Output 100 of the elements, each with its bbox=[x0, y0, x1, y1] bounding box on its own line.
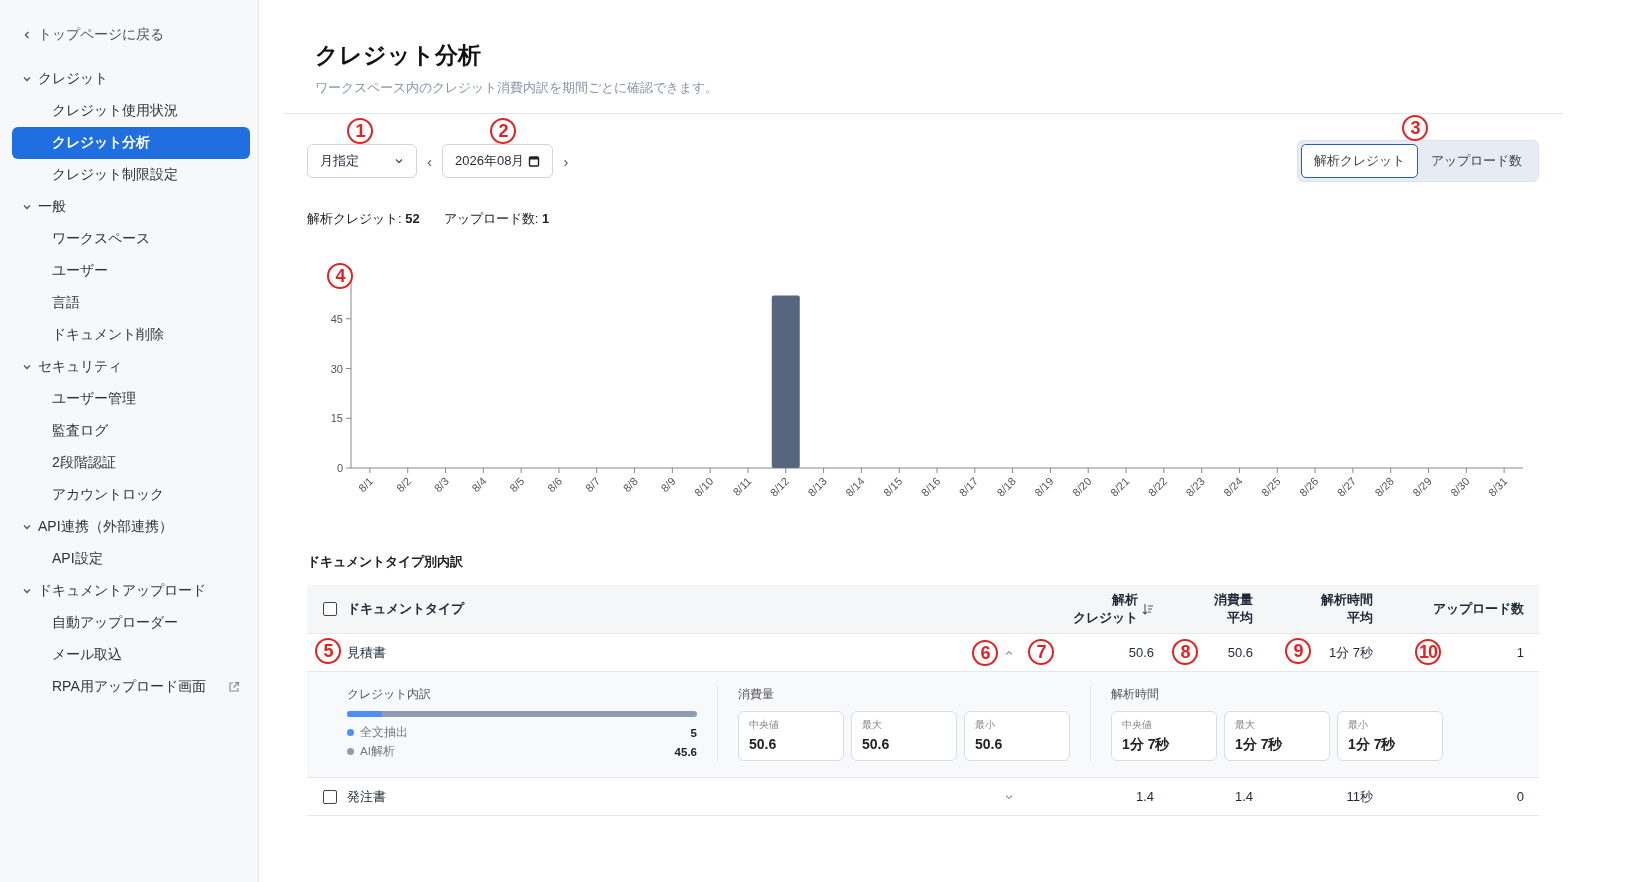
sidebar-item[interactable]: クレジット使用状況 bbox=[12, 95, 250, 127]
y-tick bbox=[345, 467, 352, 469]
x-tick-label: 8/8 bbox=[620, 474, 640, 495]
sidebar-item[interactable]: アカウントロック bbox=[12, 479, 250, 511]
table-cell: 1 bbox=[1516, 645, 1524, 660]
month-field[interactable]: 2026年08月 bbox=[442, 144, 554, 178]
y-tick bbox=[345, 368, 352, 369]
page-subtitle: ワークスペース内のクレジット消費内訳を期間ごとに確認できます。 bbox=[315, 79, 719, 97]
back-link[interactable]: トップページに戻る bbox=[12, 22, 250, 48]
checkbox[interactable] bbox=[323, 602, 337, 616]
chevron-down-icon bbox=[22, 522, 32, 532]
callout-number: 10 bbox=[1415, 639, 1441, 665]
sidebar-group[interactable]: API連携（外部連携） bbox=[12, 511, 250, 543]
calendar-icon bbox=[528, 155, 541, 167]
x-tick-label: 8/4 bbox=[469, 474, 489, 495]
x-tick-label: 8/3 bbox=[431, 474, 451, 495]
sidebar-group[interactable]: セキュリティ bbox=[12, 351, 250, 383]
stat-value: 1分 7秒 bbox=[1122, 736, 1171, 754]
sidebar-item[interactable]: 自動アップローダー bbox=[12, 607, 250, 639]
toggle-option[interactable]: 解析クレジット bbox=[1301, 144, 1418, 178]
next-button[interactable]: › bbox=[553, 152, 579, 170]
x-tick-label: 8/1 bbox=[356, 474, 376, 495]
stat-label: 最大 bbox=[862, 718, 883, 732]
x-tick-label: 8/21 bbox=[1107, 474, 1132, 499]
table-cell: 11秒 bbox=[1346, 788, 1373, 804]
legend-label: AI解析 bbox=[360, 744, 395, 759]
toggle-option[interactable]: アップロード数 bbox=[1418, 144, 1535, 178]
stat-value: 50.6 bbox=[862, 736, 891, 752]
x-tick-label: 8/7 bbox=[582, 474, 603, 495]
table-cell: 0 bbox=[1516, 789, 1524, 804]
legend-label: 全文抽出 bbox=[360, 725, 408, 740]
sort-icon bbox=[1142, 603, 1154, 615]
callout-number: 2 bbox=[490, 118, 516, 144]
chevron-left-icon bbox=[22, 30, 32, 40]
legend-value: 45.6 bbox=[674, 745, 697, 758]
summary-stat: アップロード数: 1 bbox=[443, 210, 550, 228]
stat-value: 1分 7秒 bbox=[1348, 736, 1397, 754]
external-link-icon bbox=[228, 681, 240, 693]
sidebar-item[interactable]: 言語 bbox=[12, 287, 250, 319]
sidebar-item[interactable]: クレジット制限設定 bbox=[12, 159, 250, 191]
y-tick-label: 15 bbox=[330, 412, 343, 425]
y-tick-label: 0 bbox=[336, 462, 343, 474]
stat-label: 最小 bbox=[975, 718, 996, 732]
sidebar-item[interactable]: ユーザー bbox=[12, 255, 250, 287]
sidebar-item[interactable]: ユーザー管理 bbox=[12, 383, 250, 415]
callout-number: 4 bbox=[327, 263, 353, 289]
y-tick-label: 45 bbox=[330, 312, 343, 325]
sidebar-group[interactable]: ドキュメントアップロード bbox=[12, 575, 250, 607]
period-select[interactable]: 月指定 bbox=[307, 144, 417, 178]
callout-number: 6 bbox=[972, 639, 998, 666]
page-title: クレジット分析 bbox=[315, 41, 482, 70]
stat-label: 中央値 bbox=[749, 718, 780, 732]
sidebar-item[interactable]: 監査ログ bbox=[12, 415, 250, 447]
table-cell: 1.4 bbox=[1234, 789, 1253, 804]
stat-label: 最大 bbox=[1235, 718, 1256, 732]
summary-stat: 解析クレジット: 52 bbox=[307, 210, 420, 228]
section-title: ドキュメントタイプ別内訳 bbox=[307, 553, 464, 571]
y-tick bbox=[345, 417, 352, 419]
x-tick-label: 8/11 bbox=[730, 474, 754, 498]
x-tick-label: 8/30 bbox=[1448, 474, 1472, 499]
callout-number: 8 bbox=[1172, 639, 1198, 665]
x-tick-label: 8/2 bbox=[393, 474, 414, 495]
x-tick-label: 8/14 bbox=[843, 474, 867, 499]
sidebar-item[interactable]: RPA用アップロード画面 bbox=[12, 671, 250, 703]
sidebar-item[interactable]: ワークスペース bbox=[12, 223, 250, 255]
callout-number: 7 bbox=[1028, 639, 1054, 665]
column-header[interactable]: 解析 クレジット bbox=[1073, 591, 1154, 627]
checkbox[interactable] bbox=[323, 789, 337, 804]
sidebar-group[interactable]: クレジット bbox=[12, 63, 250, 95]
sidebar-item[interactable]: ドキュメント削除 bbox=[12, 319, 250, 351]
x-tick-label: 8/24 bbox=[1221, 474, 1245, 499]
sidebar-group[interactable]: 一般 bbox=[12, 191, 250, 223]
sidebar-item[interactable]: API設定 bbox=[12, 543, 250, 575]
x-tick-label: 8/12 bbox=[767, 474, 792, 499]
column-header[interactable]: 解析時間 平均 bbox=[1321, 591, 1373, 627]
sidebar-item[interactable]: 2段階認証 bbox=[12, 447, 250, 479]
sidebar-item[interactable]: メール取込 bbox=[12, 639, 250, 671]
x-tick-label: 8/10 bbox=[691, 474, 716, 499]
column-header[interactable]: アップロード数 bbox=[1433, 600, 1524, 618]
panel-heading: 消費量 bbox=[738, 686, 775, 703]
callout-number: 9 bbox=[1285, 637, 1311, 664]
x-tick-label: 8/6 bbox=[545, 474, 565, 495]
x-tick-label: 8/29 bbox=[1410, 474, 1434, 499]
x-tick-label: 8/9 bbox=[658, 474, 678, 495]
callout-number: 3 bbox=[1402, 115, 1428, 141]
previous-button[interactable]: ‹ bbox=[417, 152, 442, 170]
y-tick-label: 30 bbox=[330, 362, 343, 375]
legend-value: 5 bbox=[690, 726, 697, 739]
chevron-down-icon bbox=[394, 156, 404, 166]
stat-value: 50.6 bbox=[975, 736, 1004, 752]
table-cell: 50.6 bbox=[1128, 645, 1154, 660]
panel-heading: クレジット内訳 bbox=[347, 686, 432, 703]
x-tick-label: 8/22 bbox=[1145, 474, 1170, 499]
sidebar-item[interactable]: クレジット分析 bbox=[12, 127, 250, 159]
table-cell: 1分 7秒 bbox=[1328, 644, 1373, 660]
document-type: 見積書 bbox=[347, 643, 386, 662]
column-header[interactable]: 消費量 平均 bbox=[1214, 591, 1253, 627]
column-header[interactable]: ドキュメントタイプ bbox=[347, 600, 464, 618]
stat-value: 50.6 bbox=[749, 736, 778, 752]
x-tick-label: 8/31 bbox=[1485, 474, 1510, 499]
